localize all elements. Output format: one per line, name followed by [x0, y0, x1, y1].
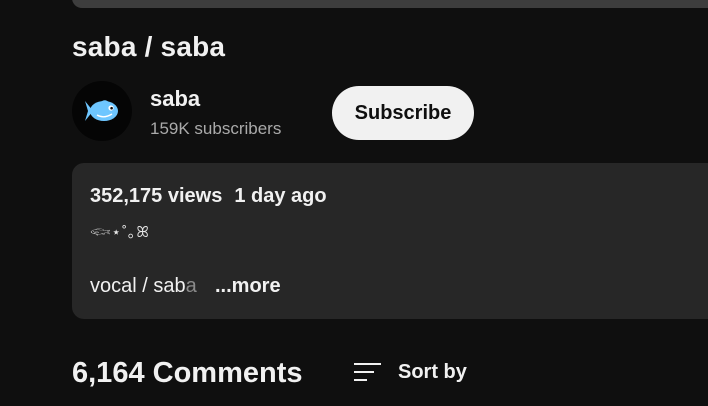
subscriber-count: 159K subscribers	[150, 119, 282, 138]
video-meta: 352,175 views 1 day ago	[90, 185, 327, 208]
description-snippet: vocal / saba	[90, 275, 197, 298]
sort-by-label: Sort by	[398, 360, 467, 383]
more-link[interactable]: ...more	[215, 275, 281, 298]
video-player-edge[interactable]	[72, 0, 708, 8]
description-emoji-line: 𓆟⋆˚｡ꕤ	[90, 224, 150, 241]
fish-icon	[85, 100, 118, 121]
channel-avatar[interactable]	[72, 81, 132, 141]
watch-page: saba / saba saba 159K subscribers Subscr…	[0, 0, 708, 406]
comments-count: 6,164 Comments	[72, 357, 303, 389]
video-title: saba / saba	[72, 31, 226, 62]
channel-name[interactable]: saba	[150, 86, 200, 112]
sort-icon	[354, 363, 381, 381]
description-box[interactable]: 352,175 views 1 day ago 𓆟⋆˚｡ꕤ vocal / sab…	[72, 163, 708, 319]
sort-by-button[interactable]: Sort by	[352, 356, 467, 388]
description-snippet-text: vocal / sab	[90, 275, 186, 297]
subscribe-button[interactable]: Subscribe	[332, 86, 474, 140]
view-count: 352,175 views	[90, 185, 223, 207]
description-snippet-faded: a	[185, 275, 197, 297]
upload-age: 1 day ago	[234, 185, 327, 207]
